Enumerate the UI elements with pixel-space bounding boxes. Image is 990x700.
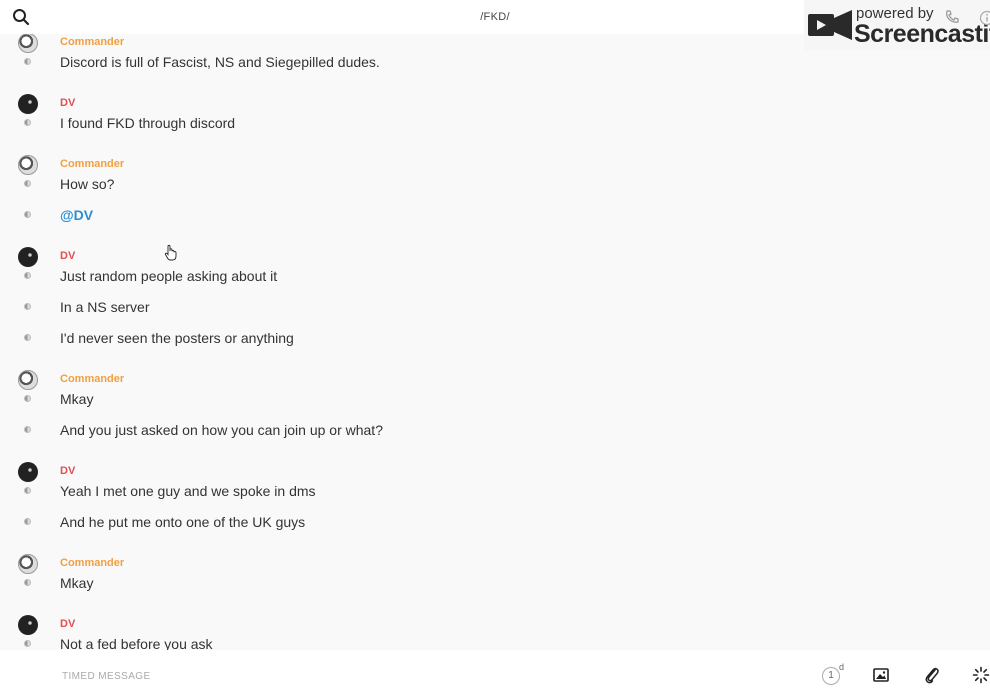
timed-message-input[interactable] xyxy=(60,665,764,687)
message-status-icon xyxy=(24,57,31,65)
message-text: In a NS server xyxy=(60,298,150,315)
message-text: Mkay xyxy=(60,390,94,407)
message-row[interactable]: Mkay xyxy=(0,567,990,598)
message-status-icon xyxy=(24,486,31,494)
mention-link[interactable]: @DV xyxy=(60,207,93,223)
message-status-icon xyxy=(24,333,31,341)
hand-cursor-icon xyxy=(164,244,178,267)
message-timer-button[interactable]: 1 d xyxy=(822,662,845,686)
image-icon[interactable] xyxy=(873,667,889,688)
message-text: Discord is full of Fascist, NS and Siege… xyxy=(60,53,380,70)
message-row[interactable]: I found FKD through discord xyxy=(0,107,990,138)
message-status-icon xyxy=(24,179,31,187)
info-icon[interactable] xyxy=(979,10,990,31)
message-status-icon xyxy=(24,517,31,525)
message-row[interactable]: Just random people asking about it xyxy=(0,260,990,291)
message-status-icon xyxy=(24,425,31,433)
screencastify-watermark: powered by Screencastify xyxy=(804,0,990,50)
sparkle-icon[interactable] xyxy=(972,666,990,689)
message-row[interactable]: How so? xyxy=(0,168,990,199)
message-row[interactable]: Mkay xyxy=(0,383,990,414)
message-text: I'd never seen the posters or anything xyxy=(60,329,294,346)
message-row[interactable]: Not a fed before you ask xyxy=(0,628,990,650)
timer-value: 1 xyxy=(822,667,840,685)
message-status-icon xyxy=(24,302,31,310)
timer-unit: d xyxy=(839,662,845,672)
message-status-icon xyxy=(24,578,31,586)
message-row[interactable]: And you just asked on how you can join u… xyxy=(0,414,990,445)
screencastify-logo-icon xyxy=(808,8,852,47)
message-row[interactable]: Discord is full of Fascist, NS and Siege… xyxy=(0,46,990,77)
message-row[interactable]: And he put me onto one of the UK guys xyxy=(0,506,990,537)
message-status-icon xyxy=(24,118,31,126)
message-status-icon xyxy=(24,210,31,218)
message-text: Not a fed before you ask xyxy=(60,635,213,651)
message-text: How so? xyxy=(60,175,115,192)
message-row[interactable]: Yeah I met one guy and we spoke in dms xyxy=(0,475,990,506)
message-status-icon xyxy=(24,639,31,647)
message-row[interactable]: I'd never seen the posters or anything xyxy=(0,322,990,353)
message-row[interactable]: @DV xyxy=(0,199,990,230)
paperclip-icon[interactable] xyxy=(924,666,940,689)
message-text: Yeah I met one guy and we spoke in dms xyxy=(60,482,316,499)
message-text: And he put me onto one of the UK guys xyxy=(60,513,306,530)
watermark-brand: Screencastify xyxy=(854,20,990,48)
message-text: Just random people asking about it xyxy=(60,267,278,284)
phone-icon[interactable] xyxy=(944,9,960,30)
message-text: And you just asked on how you can join u… xyxy=(60,421,383,438)
message-list: Commander Discord is full of Fascist, NS … xyxy=(0,34,990,650)
message-row[interactable]: In a NS server xyxy=(0,291,990,322)
message-text: I found FKD through discord xyxy=(60,114,236,131)
message-status-icon xyxy=(24,394,31,402)
message-text: Mkay xyxy=(60,574,94,591)
message-status-icon xyxy=(24,271,31,279)
